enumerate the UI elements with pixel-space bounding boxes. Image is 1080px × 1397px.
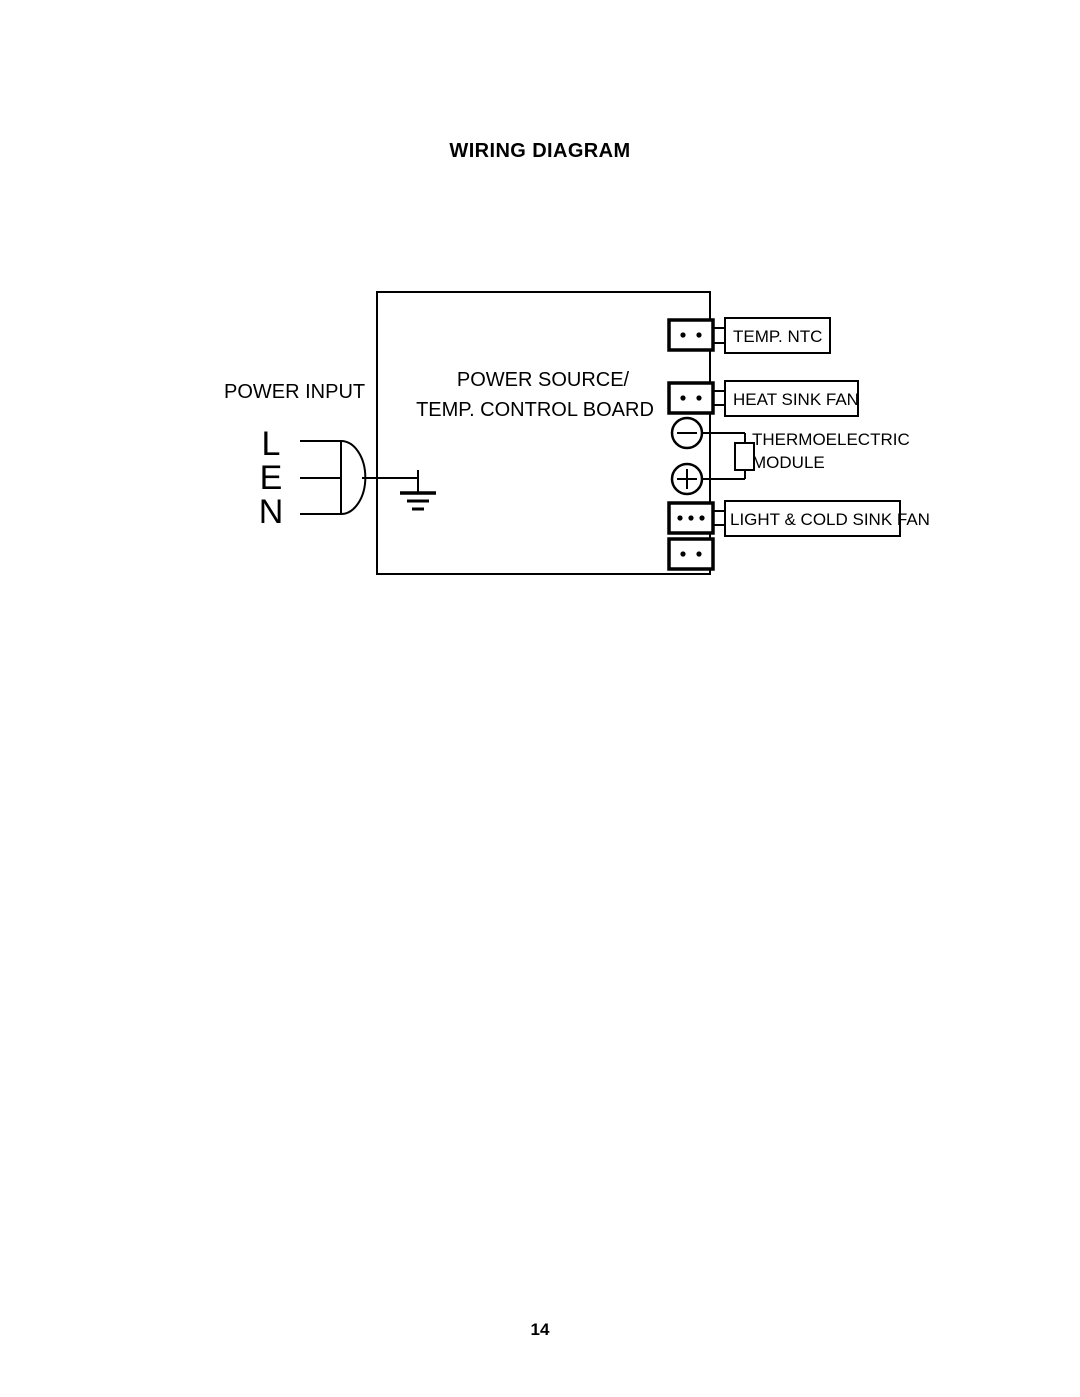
component-label-heat-sink-fan: HEAT SINK FAN: [733, 390, 859, 409]
component-label-thermoelectric-module-line1: THERMOELECTRIC: [752, 430, 910, 449]
component-label-light-cold-sink-fan: LIGHT & COLD SINK FAN: [730, 510, 930, 529]
terminal-label-e: E: [260, 459, 283, 497]
terminal-label-l: L: [262, 425, 281, 463]
connector-2pin-heat-sink-fan: [667, 381, 727, 415]
plus-circle-icon: [670, 462, 704, 496]
page-canvas: WIRING DIAGRAM POWER SOURCE/ TEMP. CONTR…: [0, 0, 1080, 1397]
connector-2pin-temp-ntc: [667, 318, 727, 352]
minus-circle-icon: [670, 416, 704, 450]
wiring-diagram: POWER SOURCE/ TEMP. CONTROL BOARD POWER …: [224, 291, 930, 575]
power-input-label: POWER INPUT: [224, 381, 365, 403]
control-board-box: [376, 291, 711, 575]
component-label-thermoelectric-module-line2: MODULE: [752, 453, 825, 472]
terminal-label-n: N: [259, 493, 284, 531]
mains-plug-icon: [300, 440, 367, 515]
connector-3pin-light-cold-sink-fan: [667, 501, 727, 535]
control-board-title-line2: TEMP. CONTROL BOARD: [416, 399, 654, 421]
page-number: 14: [530, 1320, 550, 1339]
component-label-temp-ntc: TEMP. NTC: [733, 327, 822, 346]
control-board-title-line1: POWER SOURCE/: [457, 369, 630, 391]
connector-2pin-spare: [667, 537, 715, 571]
